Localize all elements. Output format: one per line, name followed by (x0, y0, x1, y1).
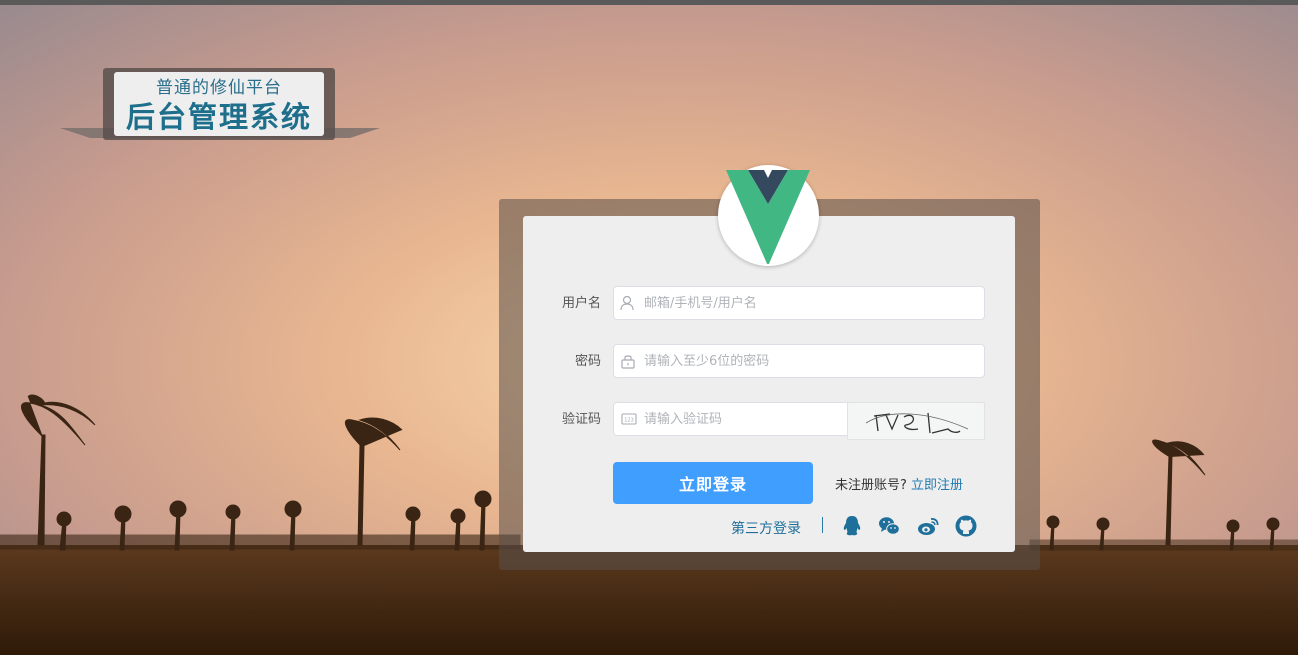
password-field[interactable] (613, 344, 985, 378)
user-icon (620, 295, 634, 311)
username-label: 用户名 (561, 296, 601, 311)
lock-icon (621, 355, 635, 369)
captcha-label: 验证码 (561, 412, 601, 427)
register-prompt: 未注册账号? (835, 478, 907, 493)
vue-logo-icon (726, 170, 810, 264)
captcha-image[interactable] (847, 402, 985, 440)
captcha-field[interactable]: 123 (613, 402, 849, 436)
svg-text:123: 123 (624, 418, 634, 424)
password-input[interactable] (644, 345, 974, 377)
password-label: 密码 (574, 354, 601, 369)
captcha-input[interactable] (644, 403, 840, 435)
banner-inner: 普通的修仙平台 后台管理系统 (114, 72, 324, 136)
captcha-scribble (865, 412, 969, 434)
github-icon[interactable] (955, 515, 977, 537)
third-party-divider (822, 517, 823, 533)
title-banner: 普通的修仙平台 后台管理系统 (60, 68, 380, 142)
banner-subtitle: 普通的修仙平台 (156, 78, 282, 98)
username-field[interactable] (613, 286, 985, 320)
weibo-icon[interactable] (917, 515, 939, 537)
captcha-code-icon: 123 (621, 413, 637, 425)
qq-icon[interactable] (841, 515, 863, 537)
login-button[interactable]: 立即登录 (613, 462, 813, 504)
banner-title: 后台管理系统 (125, 100, 312, 134)
logo-avatar (718, 165, 819, 266)
third-party-label: 第三方登录 (731, 521, 801, 537)
wechat-icon[interactable] (878, 515, 900, 537)
register-link[interactable]: 立即注册 (911, 478, 963, 493)
username-input[interactable] (644, 287, 974, 319)
register-row: 未注册账号? 立即注册 (835, 474, 963, 493)
